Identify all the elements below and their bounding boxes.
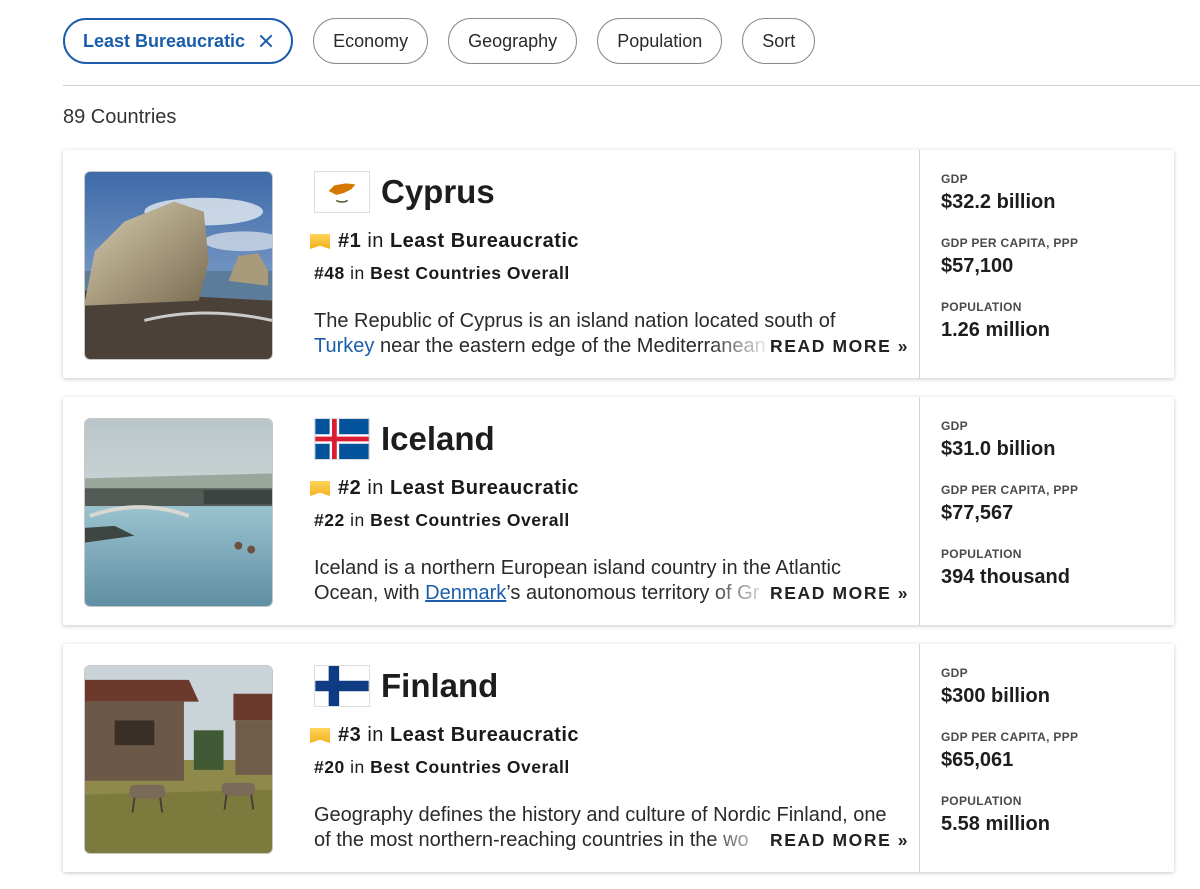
filter-chip-least-bureaucratic[interactable]: Least Bureaucratic [63, 18, 294, 64]
country-name[interactable]: Finland [381, 664, 498, 708]
divider [63, 85, 1200, 86]
overall-rank-label: Best Countries Overall [370, 263, 570, 283]
category-rank: #2 in Least Bureaucratic [310, 477, 579, 500]
in-word: in [367, 230, 384, 252]
finland-flag-icon [314, 665, 370, 707]
country-link-denmark[interactable]: Denmark [425, 582, 506, 604]
in-word: in [350, 757, 365, 777]
description-line: Geography defines the history and cultur… [314, 804, 887, 826]
filter-chip-label: Least Bureaucratic [83, 30, 246, 51]
text-fade [708, 580, 773, 608]
country-photo[interactable] [84, 418, 273, 607]
read-more-link[interactable]: READ MORE » [768, 583, 910, 604]
gdp-ppp-label: GDP PER CAPITA, PPP [941, 730, 1079, 744]
country-name[interactable]: Cyprus [381, 170, 495, 214]
gdp-label: GDP [941, 172, 968, 186]
rank-number: #1 [338, 230, 362, 252]
in-word: in [350, 510, 365, 530]
filter-chip-geography[interactable]: Geography [448, 18, 578, 64]
overall-rank-label: Best Countries Overall [370, 510, 570, 530]
gdp-value: $300 billion [941, 685, 1050, 707]
overall-rank: #22 in Best Countries Overall [314, 510, 570, 531]
country-card-iceland[interactable]: Iceland #2 in Least Bureaucratic #22 in … [63, 397, 1174, 625]
population-value: 5.58 million [941, 813, 1050, 835]
filter-chip-population[interactable]: Population [597, 18, 723, 64]
overall-rank: #20 in Best Countries Overall [314, 757, 570, 778]
country-link-turkey[interactable]: Turkey [314, 335, 374, 357]
category-rank: #3 in Least Bureaucratic [310, 724, 579, 747]
close-icon[interactable] [259, 34, 273, 48]
country-photo[interactable] [84, 665, 273, 854]
population-label: POPULATION [941, 794, 1022, 808]
filter-chip-economy[interactable]: Economy [313, 18, 429, 64]
country-photo[interactable] [84, 171, 273, 360]
divider [919, 644, 920, 872]
filter-chip-label: Economy [333, 30, 409, 51]
overall-rank-label: Best Countries Overall [370, 757, 570, 777]
ribbon-icon [310, 481, 330, 496]
gdp-ppp-value: $77,567 [941, 502, 1014, 524]
text-fade [708, 827, 773, 855]
gdp-ppp-value: $57,100 [941, 255, 1014, 277]
rank-number: #2 [338, 477, 362, 499]
sort-button[interactable]: Sort [742, 18, 816, 64]
country-card-cyprus[interactable]: Cyprus #1 in Least Bureaucratic #48 in B… [63, 150, 1174, 378]
overall-rank-number: #48 [314, 263, 345, 283]
gdp-value: $31.0 billion [941, 438, 1056, 460]
divider [919, 150, 920, 378]
sort-label: Sort [762, 30, 796, 51]
population-value: 394 thousand [941, 566, 1070, 588]
description-text: Ocean, with [314, 582, 426, 604]
in-word: in [367, 477, 384, 499]
country-stats: GDP $32.2 billion GDP PER CAPITA, PPP $5… [941, 172, 1078, 364]
filter-chip-label: Population [617, 30, 703, 51]
overall-rank-number: #22 [314, 510, 345, 530]
cyprus-flag-icon [314, 171, 370, 213]
ribbon-icon [310, 234, 330, 249]
filter-chip-label: Geography [468, 30, 558, 51]
rank-number: #3 [338, 724, 362, 746]
rank-category: Least Bureaucratic [389, 477, 580, 499]
rank-category: Least Bureaucratic [389, 724, 580, 746]
ribbon-icon [310, 728, 330, 743]
rank-category: Least Bureaucratic [389, 230, 580, 252]
in-word: in [367, 724, 384, 746]
read-more-link[interactable]: READ MORE » [768, 336, 910, 357]
population-value: 1.26 million [941, 319, 1050, 341]
gdp-ppp-label: GDP PER CAPITA, PPP [941, 483, 1079, 497]
country-card-finland[interactable]: Finland #3 in Least Bureaucratic #20 in … [63, 644, 1174, 872]
overall-rank: #48 in Best Countries Overall [314, 263, 570, 284]
in-word: in [350, 263, 365, 283]
description-line: Iceland is a northern European island co… [314, 557, 841, 579]
description-line: The Republic of Cyprus is an island nati… [314, 310, 836, 332]
population-label: POPULATION [941, 300, 1022, 314]
text-fade [708, 333, 773, 361]
divider [919, 397, 920, 625]
gdp-value: $32.2 billion [941, 191, 1056, 213]
gdp-label: GDP [941, 419, 968, 433]
gdp-label: GDP [941, 666, 968, 680]
filter-bar: Least Bureaucratic Economy Geography Pop… [63, 18, 816, 64]
country-stats: GDP $31.0 billion GDP PER CAPITA, PPP $7… [941, 419, 1078, 611]
country-name[interactable]: Iceland [381, 417, 495, 461]
results-count: 89 Countries [63, 106, 177, 128]
country-stats: GDP $300 billion GDP PER CAPITA, PPP $65… [941, 666, 1078, 858]
category-rank: #1 in Least Bureaucratic [310, 230, 579, 253]
gdp-ppp-value: $65,061 [941, 749, 1014, 771]
iceland-flag-icon [314, 418, 370, 460]
read-more-link[interactable]: READ MORE » [768, 830, 910, 851]
gdp-ppp-label: GDP PER CAPITA, PPP [941, 236, 1079, 250]
population-label: POPULATION [941, 547, 1022, 561]
overall-rank-number: #20 [314, 757, 345, 777]
